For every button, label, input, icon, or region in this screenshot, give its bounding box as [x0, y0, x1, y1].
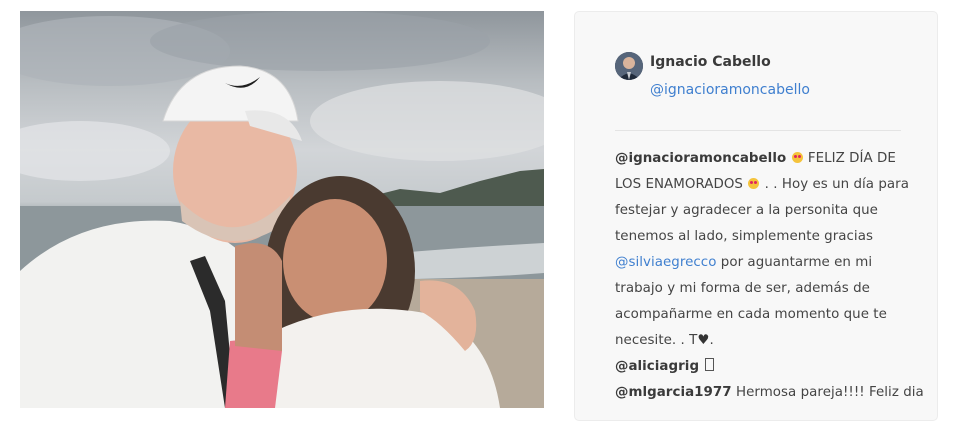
caption-text: LOS ENAMORADOS [615, 177, 743, 192]
post-card: Ignacio Cabello @ignacioramoncabello @ig… [574, 11, 938, 421]
divider [615, 130, 901, 131]
caption-text: acompañarme en cada momento que te [615, 307, 887, 322]
comment-text: Hermosa pareja!!!! Feliz dia [735, 385, 924, 400]
post-caption: @ignacioramoncabello FELIZ DÍA DE LOS EN… [615, 146, 924, 406]
caption-text: . [709, 333, 714, 348]
author-name[interactable]: Ignacio Cabello [650, 54, 771, 70]
caption-username[interactable]: @ignacioramoncabello [615, 151, 786, 166]
mention-link[interactable]: @silviaegrecco [615, 255, 716, 270]
smiling-face-heart-eyes-icon [791, 152, 803, 163]
comment-username[interactable]: @aliciagrig [615, 359, 699, 374]
post-photo[interactable] [20, 11, 544, 408]
caption-text: . . Hoy es un día para [764, 177, 909, 192]
caption-text: festejar y agradecer a la personita que [615, 203, 878, 218]
caption-text: por aguantarme en mi [720, 255, 873, 270]
caption-text: FELIZ DÍA DE [807, 151, 896, 166]
photo-illustration [20, 11, 544, 408]
missing-glyph-icon [705, 358, 715, 371]
black-heart-icon: ♥ [697, 333, 710, 348]
comment-item: @aliciagrig [615, 354, 915, 380]
comment-username[interactable]: @mlgarcia1977 [615, 385, 732, 400]
caption-text: trabajo y mi forma de ser, además de [615, 281, 870, 296]
caption-text: tenemos al lado, simplemente gracias [615, 229, 873, 244]
author-handle-link[interactable]: @ignacioramoncabello [650, 82, 810, 98]
author-avatar[interactable] [615, 52, 643, 80]
caption-text: necesite. . T [615, 333, 698, 348]
smiling-face-heart-eyes-icon [748, 178, 760, 189]
comment-item: @mlgarcia1977 Hermosa pareja!!!! Feliz d… [615, 380, 924, 406]
